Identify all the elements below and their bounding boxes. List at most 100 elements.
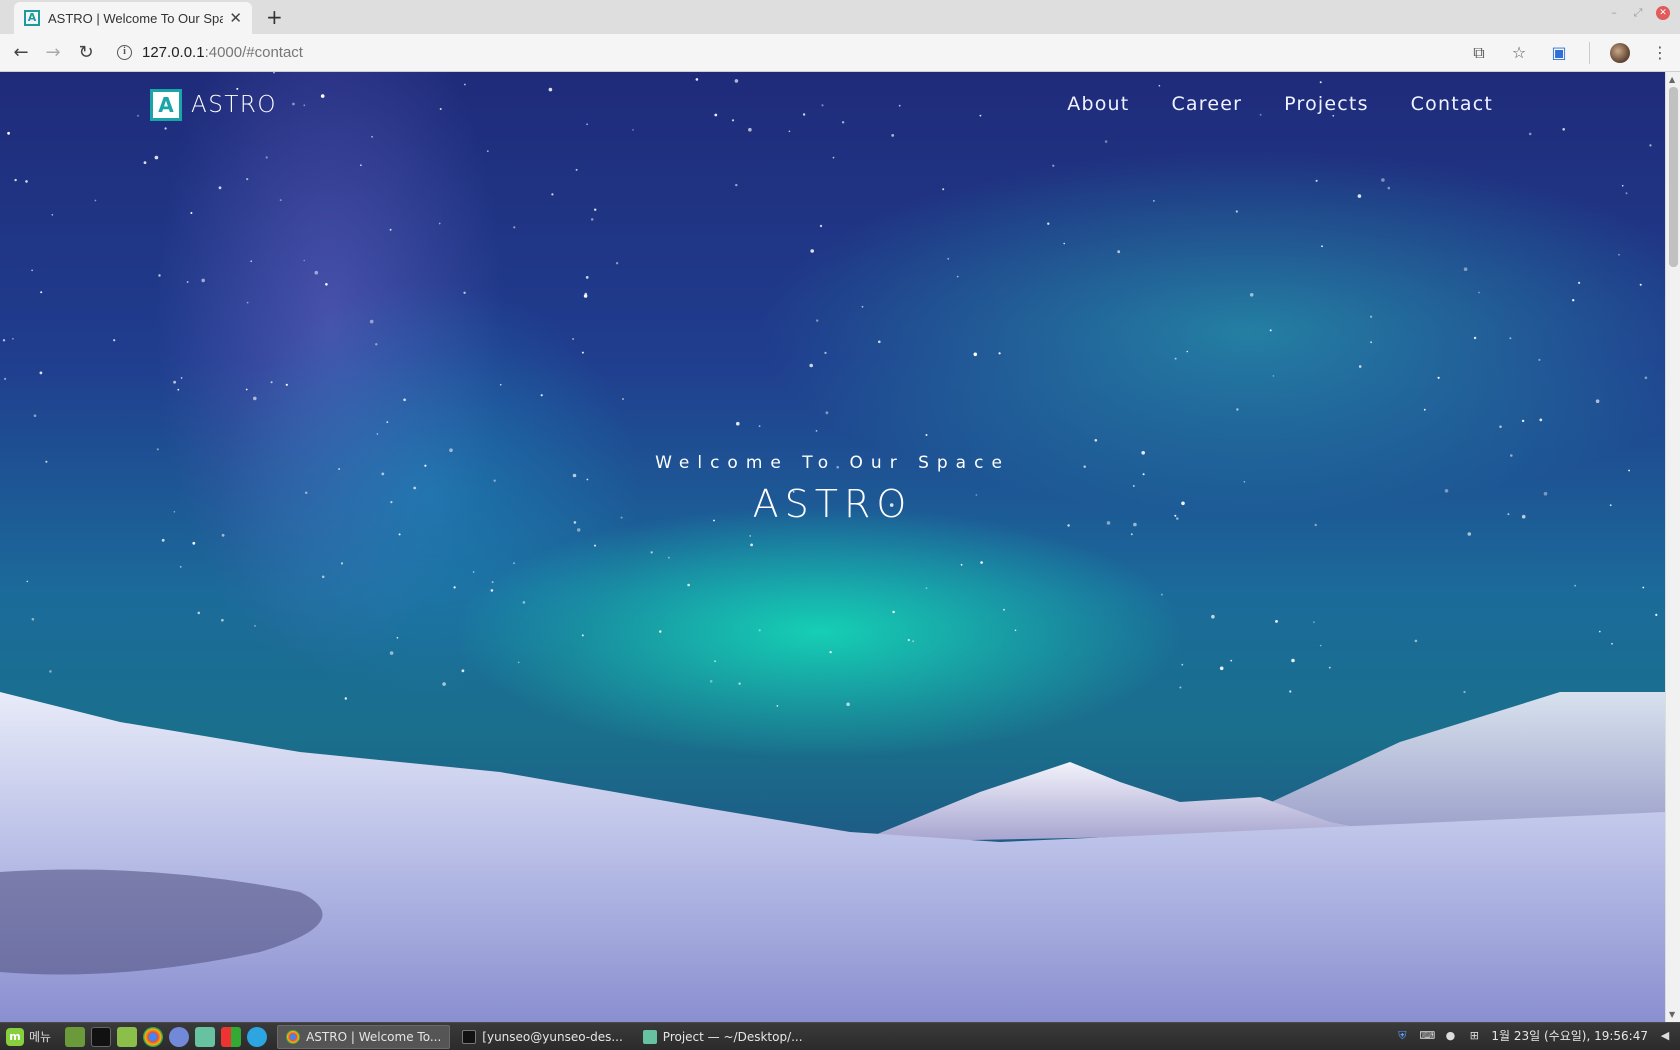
scroll-down-icon[interactable]: ▼ xyxy=(1669,1010,1675,1019)
files-launcher-icon[interactable] xyxy=(117,1026,138,1047)
nav-link-contact[interactable]: Contact xyxy=(1411,93,1493,115)
app-launcher-icon[interactable] xyxy=(221,1026,242,1047)
star xyxy=(218,186,222,190)
star xyxy=(1387,186,1391,190)
star xyxy=(1186,350,1189,353)
mint-logo-icon: m xyxy=(6,1027,24,1046)
star xyxy=(396,636,399,639)
nav-link-projects[interactable]: Projects xyxy=(1284,93,1369,115)
nav-link-career[interactable]: Career xyxy=(1171,93,1242,115)
star xyxy=(695,78,699,81)
network-icon[interactable]: ⊞ xyxy=(1467,1029,1481,1043)
star xyxy=(164,127,167,130)
reload-icon[interactable]: ↻ xyxy=(75,42,97,63)
star xyxy=(1370,341,1373,344)
star xyxy=(585,276,589,279)
star xyxy=(1578,281,1581,284)
star xyxy=(581,351,584,354)
star xyxy=(49,670,52,673)
bookmark-star-icon[interactable]: ☆ xyxy=(1509,43,1529,63)
show-desktop-icon[interactable] xyxy=(65,1026,86,1047)
task-chrome[interactable]: ASTRO | Welcome To... xyxy=(277,1024,451,1049)
star xyxy=(1321,245,1323,248)
star xyxy=(472,571,475,573)
star xyxy=(736,421,740,426)
browser-tab-astro[interactable]: A ASTRO | Welcome To Our Space ✕ xyxy=(14,2,252,34)
page-scrollbar[interactable]: ▲ ▼ xyxy=(1665,72,1680,1022)
site-info-icon[interactable]: i xyxy=(117,45,132,60)
atom-launcher-icon[interactable] xyxy=(195,1026,216,1047)
profile-avatar[interactable] xyxy=(1610,43,1630,63)
translate-icon[interactable]: ⧉ xyxy=(1469,43,1489,63)
star xyxy=(1153,200,1155,202)
new-tab-button[interactable]: + xyxy=(266,5,283,29)
chrome-launcher-icon[interactable] xyxy=(143,1026,164,1047)
task-label: Project — ~/Desktop/... xyxy=(662,1029,803,1044)
star xyxy=(714,113,718,117)
maximize-icon[interactable]: ⤢ xyxy=(1632,7,1644,19)
star xyxy=(1381,178,1385,182)
scroll-up-icon[interactable]: ▲ xyxy=(1669,75,1675,84)
star xyxy=(942,188,945,191)
star xyxy=(491,581,494,584)
close-window-icon[interactable]: ✕ xyxy=(1656,6,1670,20)
scroll-thumb[interactable] xyxy=(1669,87,1678,267)
telegram-launcher-icon[interactable] xyxy=(247,1026,268,1047)
star xyxy=(1181,663,1184,666)
start-menu-button[interactable]: m 메뉴 xyxy=(0,1027,57,1046)
star xyxy=(279,199,282,202)
star xyxy=(1528,132,1532,136)
star xyxy=(39,371,43,375)
star xyxy=(1328,666,1331,669)
star xyxy=(1047,222,1050,225)
star xyxy=(179,566,182,568)
star xyxy=(221,533,225,537)
task-list: ASTRO | Welcome To... [yunseo@yunseo-des… xyxy=(277,1024,811,1049)
star xyxy=(143,161,147,164)
clock[interactable]: 1월 23일 (수요일), 19:56:47 xyxy=(1491,1027,1648,1044)
star xyxy=(821,104,824,107)
site-logo[interactable]: A ASTRO xyxy=(150,89,277,121)
nav-link-about[interactable]: About xyxy=(1067,93,1129,115)
star xyxy=(734,79,739,83)
star xyxy=(1574,584,1576,587)
star xyxy=(1094,439,1098,442)
star xyxy=(1595,399,1600,404)
tab-close-icon[interactable]: ✕ xyxy=(229,9,242,27)
star xyxy=(829,651,832,654)
shield-icon[interactable]: ⛨ xyxy=(1395,1029,1409,1043)
star xyxy=(303,104,306,107)
site-navigation: About Career Projects Contact xyxy=(1067,93,1493,115)
star xyxy=(1644,376,1648,380)
extension-icon[interactable]: ▣ xyxy=(1549,43,1569,63)
task-label: ASTRO | Welcome To... xyxy=(306,1029,442,1044)
browser-toolbar: ← → ↻ i 127.0.0.1:4000/#contact ⧉ ☆ ▣ ⋮ xyxy=(0,34,1680,72)
back-icon[interactable]: ← xyxy=(10,42,32,63)
hero-subtitle: Welcome To Our Space xyxy=(655,453,1010,473)
star xyxy=(1052,164,1055,167)
star xyxy=(386,421,389,423)
task-atom[interactable]: Project — ~/Desktop/... xyxy=(635,1025,811,1049)
star xyxy=(1562,128,1565,131)
star xyxy=(898,104,901,107)
browser-menu-icon[interactable]: ⋮ xyxy=(1650,43,1670,63)
star xyxy=(513,226,516,229)
terminal-launcher-icon[interactable] xyxy=(91,1026,112,1047)
user-icon[interactable]: ● xyxy=(1443,1029,1457,1043)
star xyxy=(1315,179,1318,182)
minimize-icon[interactable]: – xyxy=(1608,7,1620,19)
keyboard-icon[interactable]: ⌨ xyxy=(1419,1029,1435,1043)
star xyxy=(1249,293,1254,297)
volume-icon[interactable]: ◀ xyxy=(1658,1029,1672,1043)
address-bar[interactable]: 127.0.0.1:4000/#contact xyxy=(142,44,303,61)
star xyxy=(25,180,28,183)
discord-launcher-icon[interactable] xyxy=(169,1026,190,1047)
star xyxy=(912,640,915,643)
star xyxy=(245,388,248,391)
star xyxy=(321,575,325,579)
star xyxy=(594,208,597,211)
star xyxy=(1599,630,1601,633)
star xyxy=(709,680,713,683)
task-terminal[interactable]: [yunseo@yunseo-des... xyxy=(454,1025,631,1049)
forward-icon[interactable]: → xyxy=(42,42,64,63)
